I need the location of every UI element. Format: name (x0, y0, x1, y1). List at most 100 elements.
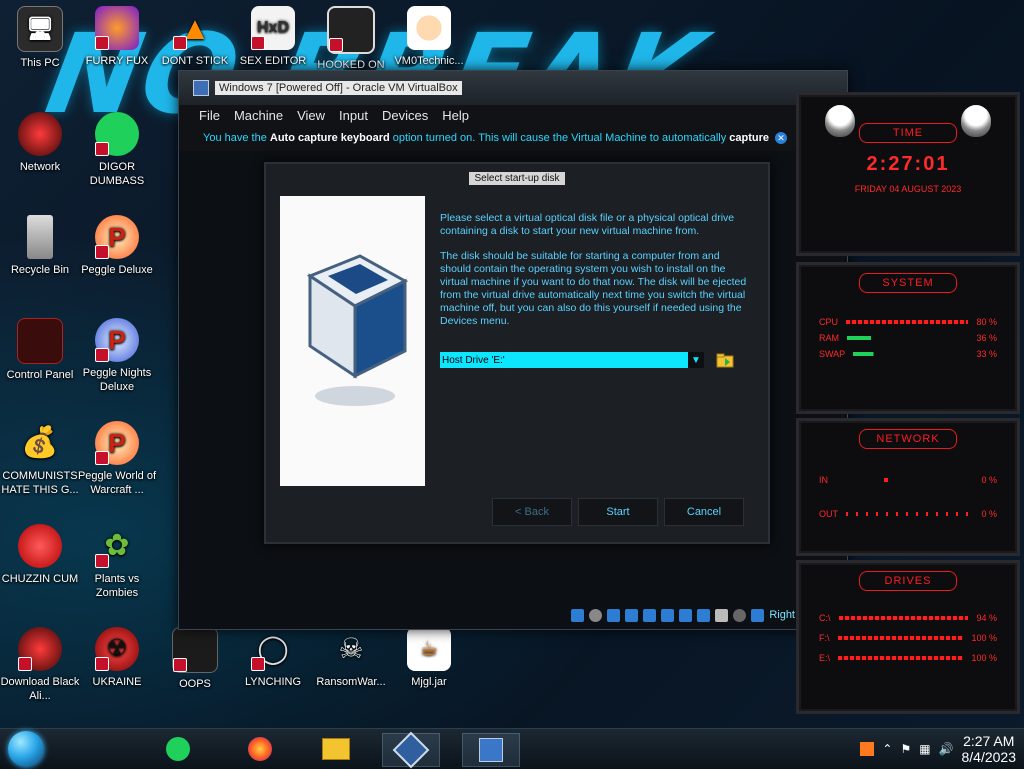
vm-status-bar: Right (179, 601, 847, 629)
network-widget: NETWORK IN 0 % OUT 0 % (796, 418, 1020, 556)
desktop-icon-this-pc[interactable]: 🖥 This PC (0, 6, 80, 70)
action-center-flag-icon[interactable]: ⚑ (900, 742, 911, 756)
system-row-cpu: CPU 80 % (819, 317, 997, 327)
start-button[interactable] (8, 731, 44, 767)
drive-row-f: F:\ 100 % (819, 633, 997, 643)
dialog-button-row: < Back Start Cancel (492, 498, 744, 526)
usb-icon[interactable] (643, 608, 657, 622)
menu-bar: File Machine View Input Devices Help (179, 105, 847, 125)
auto-capture-notice: You have the Auto capture keyboard optio… (179, 125, 847, 151)
maze-game-icon (327, 6, 375, 54)
select-startup-disk-dialog: Select start-up disk Please select a vir… (264, 162, 770, 544)
desktop-icon-lynching[interactable]: ◯ LYNCHING (233, 627, 313, 689)
desktop-icon-peggle-deluxe[interactable]: P Peggle Deluxe (77, 215, 157, 277)
dialog-titlebar[interactable]: Select start-up disk (266, 164, 768, 192)
system-tray: ⌃ ⚑ ▦ 🔊 2:27 AM 8/4/2023 (860, 729, 1016, 769)
drives-widget-title: DRIVES (859, 571, 957, 591)
desktop-icon-peggle-nights[interactable]: P Peggle Nights Deluxe (77, 318, 157, 394)
optical-drive-icon[interactable] (589, 608, 603, 622)
video-capture-icon[interactable] (697, 608, 711, 622)
dialog-title: Select start-up disk (469, 171, 565, 185)
desktop-icon-sex-editor[interactable]: HxD SEX EDITOR (233, 6, 313, 68)
host-key-label: Right (769, 609, 795, 621)
alien-head-icon (961, 105, 991, 137)
desktop-icon-digor-dumbass[interactable]: DIGOR DUMBASS (77, 112, 157, 188)
start-button[interactable]: Start (578, 498, 658, 526)
desktop-icon-oops[interactable]: OOPS (155, 627, 235, 691)
recycle-bin-icon (27, 215, 53, 259)
network-status-icon[interactable]: ▦ (919, 742, 930, 756)
alien-head-icon (825, 105, 855, 137)
host-key-icon[interactable] (751, 608, 765, 622)
desktop-icon-vm0technic[interactable]: VM0Technic... (389, 6, 469, 68)
shared-folders-icon[interactable] (661, 608, 675, 622)
taskbar-spotify[interactable] (150, 733, 206, 765)
virtualbox-cube-icon (306, 254, 409, 406)
java-icon: ☕ (407, 627, 451, 671)
volume-icon[interactable]: 🔊 (939, 742, 954, 756)
desktop-icon-communists[interactable]: 💰 COMMUNISTS HATE THIS G... (0, 421, 80, 497)
alien-icon (18, 627, 62, 671)
desktop-icon-ukraine[interactable]: ☢ UKRAINE (77, 627, 157, 689)
menu-input[interactable]: Input (339, 108, 368, 123)
drive-row-c: C:\ 94 % (819, 613, 997, 623)
time-widget-title: TIME (859, 123, 957, 143)
virtualbox-banner-image (280, 196, 425, 486)
desktop-icon-control-panel[interactable]: Control Panel (0, 318, 80, 382)
choose-disk-folder-button[interactable] (716, 352, 734, 368)
window-title: Windows 7 [Powered Off] - Oracle VM Virt… (215, 81, 462, 95)
menu-machine[interactable]: Machine (234, 108, 283, 123)
folder-icon (716, 353, 734, 368)
windows7-vm-icon (479, 738, 503, 762)
menu-devices[interactable]: Devices (382, 108, 428, 123)
window-titlebar[interactable]: Windows 7 [Powered Off] - Oracle VM Virt… (179, 71, 847, 105)
network-adapter-icon[interactable] (625, 608, 639, 622)
disk-select-combobox[interactable]: Host Drive 'E:' ▼ (440, 352, 704, 368)
network-widget-title: NETWORK (859, 429, 957, 449)
desktop-icon-mjgl-jar[interactable]: ☕ Mjgl.jar (389, 627, 469, 689)
radiation-icon: ☢ (95, 627, 139, 671)
desktop-icon-furry-fux[interactable]: FURRY FUX (77, 6, 157, 68)
doctor-avatar-icon (407, 6, 451, 50)
close-notice-icon[interactable]: ✕ (775, 132, 788, 144)
system-widget-title: SYSTEM (859, 273, 957, 293)
menu-file[interactable]: File (199, 108, 220, 123)
desktop-icon-recycle-bin[interactable]: Recycle Bin (0, 215, 80, 277)
firefox-icon (95, 6, 139, 50)
taskbar-firefox[interactable] (232, 733, 288, 765)
menu-view[interactable]: View (297, 108, 325, 123)
desktop-icon-chuzzin[interactable]: CHUZZIN CUM (0, 524, 80, 586)
chevron-down-icon[interactable]: ▼ (688, 352, 704, 368)
network-row-out: OUT 0 % (819, 509, 997, 519)
taskbar-windows7-vm[interactable] (462, 733, 520, 767)
taskbar-file-explorer[interactable] (308, 733, 364, 765)
network-row-in: IN 0 % (819, 475, 997, 485)
virtualbox-icon (193, 80, 209, 96)
menu-help[interactable]: Help (442, 108, 469, 123)
desktop-icon-peggle-wow[interactable]: P Peggle World of Warcraft ... (77, 421, 157, 497)
cancel-button[interactable]: Cancel (664, 498, 744, 526)
spotify-icon (95, 112, 139, 156)
desktop-icon-download-black-ali[interactable]: Download Black Ali... (0, 627, 80, 703)
desktop-icon-ransomware[interactable]: ☠ RansomWar... (311, 627, 391, 689)
taskbar-clock[interactable]: 2:27 AM 8/4/2023 (962, 733, 1017, 765)
desktop-icon-plants-vs-zombies[interactable]: ✿ Plants vs Zombies (77, 524, 157, 600)
mouse-integration-icon[interactable] (733, 608, 747, 622)
spotify-icon (166, 737, 190, 761)
skull-icon: ☠ (338, 633, 364, 664)
cpu-icon[interactable] (715, 608, 729, 622)
tray-app-icon[interactable] (860, 742, 875, 756)
this-pc-icon: 🖥 (17, 6, 63, 52)
show-hidden-icons-icon[interactable]: ⌃ (882, 742, 892, 756)
system-row-ram: RAM 36 % (819, 333, 997, 343)
desktop-icon-hooked-on[interactable]: HOOKED ON (311, 6, 391, 72)
audio-icon[interactable] (607, 608, 621, 622)
hard-disk-icon[interactable] (571, 608, 585, 622)
desktop-icon-network[interactable]: Network (0, 112, 80, 174)
virtualbox-icon (392, 731, 430, 769)
drive-row-e: E:\ 100 % (819, 653, 997, 663)
display-icon[interactable] (679, 608, 693, 622)
taskbar-virtualbox[interactable] (382, 731, 440, 769)
back-button[interactable]: < Back (492, 498, 572, 526)
desktop-icon-dont-stick[interactable]: ▲ DONT STICK (155, 6, 235, 68)
